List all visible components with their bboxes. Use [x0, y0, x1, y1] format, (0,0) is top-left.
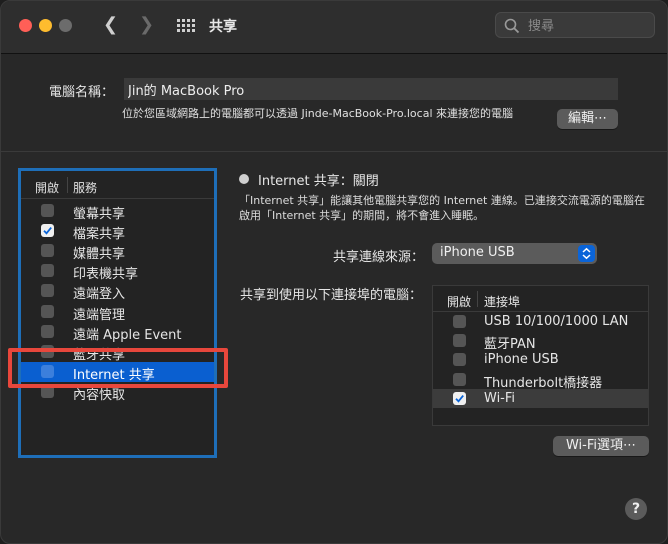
service-row-label: 遠端 Apple Event — [73, 327, 182, 343]
checkbox[interactable] — [41, 324, 54, 338]
port-row-label: USB 10/100/1000 LAN — [484, 314, 629, 329]
service-row[interactable]: 檔案共享 — [21, 221, 214, 243]
highlight-annotation-box — [8, 348, 228, 388]
port-row[interactable]: iPhone USB — [433, 350, 648, 369]
checkbox[interactable] — [453, 334, 466, 348]
checkbox[interactable] — [41, 284, 54, 298]
ports-header: 開啟 連接埠 — [433, 286, 648, 312]
help-icon[interactable]: ? — [625, 498, 647, 520]
port-row-label: Wi-Fi — [484, 390, 516, 406]
checkbox[interactable] — [453, 353, 466, 367]
share-source-select[interactable]: iPhone USB — [432, 243, 597, 264]
service-row-label: 印表機共享 — [73, 267, 139, 283]
ports-list: 開啟 連接埠 USB 10/100/1000 LAN 藍牙PAN iPhone US… — [432, 285, 649, 426]
share-source-label: 共享連線來源： — [333, 250, 425, 265]
port-row[interactable]: Thunderbolt橋接器 — [433, 370, 648, 391]
search-field[interactable] — [495, 12, 655, 38]
service-row-label: 檔案共享 — [73, 227, 126, 243]
fullscreen-window-button[interactable] — [59, 19, 72, 32]
computer-name-field[interactable] — [124, 78, 618, 100]
wifi-options-button[interactable]: Wi-Fi選項⋯ — [553, 436, 649, 456]
minimize-window-button[interactable] — [39, 19, 52, 32]
service-row[interactable]: 遠端登入 — [21, 281, 214, 303]
checkbox[interactable] — [41, 224, 54, 238]
checkbox[interactable] — [453, 391, 466, 405]
service-row-label: 遠端登入 — [73, 287, 126, 303]
service-row[interactable]: 印表機共享 — [21, 261, 214, 283]
computer-name-hint: 位於您區域網路上的電腦都可以透過 Jinde-MacBook-Pro.local… — [122, 107, 513, 120]
close-window-button[interactable] — [19, 19, 32, 32]
title-bar: ❮ ❯ 共享 — [1, 1, 667, 54]
computer-name-label: 電腦名稱： — [49, 85, 115, 100]
service-row[interactable]: 遠端 Apple Event — [21, 322, 214, 343]
port-row[interactable]: 藍牙PAN — [433, 331, 648, 353]
sharing-status: Internet 共享：關閉 — [258, 174, 379, 189]
port-row[interactable]: Wi-Fi — [433, 388, 648, 408]
column-header-service: 服務 — [73, 181, 98, 195]
forward-arrow-icon[interactable]: ❯ — [139, 15, 154, 35]
services-list: 開啟 服務 螢幕共享檔案共享媒體共享印表機共享遠端登入遠端管理遠端 Apple … — [18, 168, 217, 458]
chevron-updown-icon — [578, 245, 595, 262]
port-row-label: 藍牙PAN — [484, 337, 536, 353]
divider — [1, 151, 667, 152]
column-header-on: 開啟 — [447, 295, 472, 309]
column-header-on: 開啟 — [35, 181, 60, 195]
service-row-label: 遠端管理 — [73, 307, 126, 323]
preferences-window: ❮ ❯ 共享 電腦名稱： 位於您區域網路上的電腦都可以透過 Jinde-MacB… — [0, 0, 668, 544]
share-to-label: 共享到使用以下連接埠的電腦： — [240, 288, 423, 303]
service-row-label: 螢幕共享 — [73, 207, 126, 222]
checkbox[interactable] — [41, 204, 54, 217]
search-input[interactable] — [526, 16, 650, 36]
checkbox[interactable] — [41, 304, 54, 318]
status-indicator-icon — [239, 174, 249, 184]
service-row[interactable]: 遠端管理 — [21, 302, 214, 323]
checkbox[interactable] — [41, 244, 54, 258]
show-all-grid-icon[interactable] — [177, 19, 195, 33]
checkbox[interactable] — [41, 264, 54, 278]
share-source-value: iPhone USB — [440, 245, 515, 260]
port-row[interactable]: USB 10/100/1000 LAN — [433, 312, 648, 331]
service-description: 「Internet 共享」能讓其他電腦共享您的 Internet 連線。已連接交… — [239, 194, 645, 222]
port-row-label: iPhone USB — [484, 352, 559, 368]
service-row[interactable]: 媒體共享 — [21, 241, 214, 263]
search-icon — [504, 18, 520, 34]
checkbox[interactable] — [453, 315, 466, 328]
window-title: 共享 — [209, 19, 237, 35]
checkbox[interactable] — [453, 372, 466, 386]
back-arrow-icon[interactable]: ❮ — [103, 15, 118, 35]
column-header-port: 連接埠 — [484, 295, 521, 309]
edit-button[interactable]: 編輯⋯ — [557, 109, 618, 129]
port-row-label: Thunderbolt橋接器 — [484, 375, 603, 391]
services-header: 開啟 服務 — [21, 171, 214, 199]
service-row-label: 媒體共享 — [73, 247, 126, 263]
service-row[interactable]: 螢幕共享 — [21, 201, 214, 222]
